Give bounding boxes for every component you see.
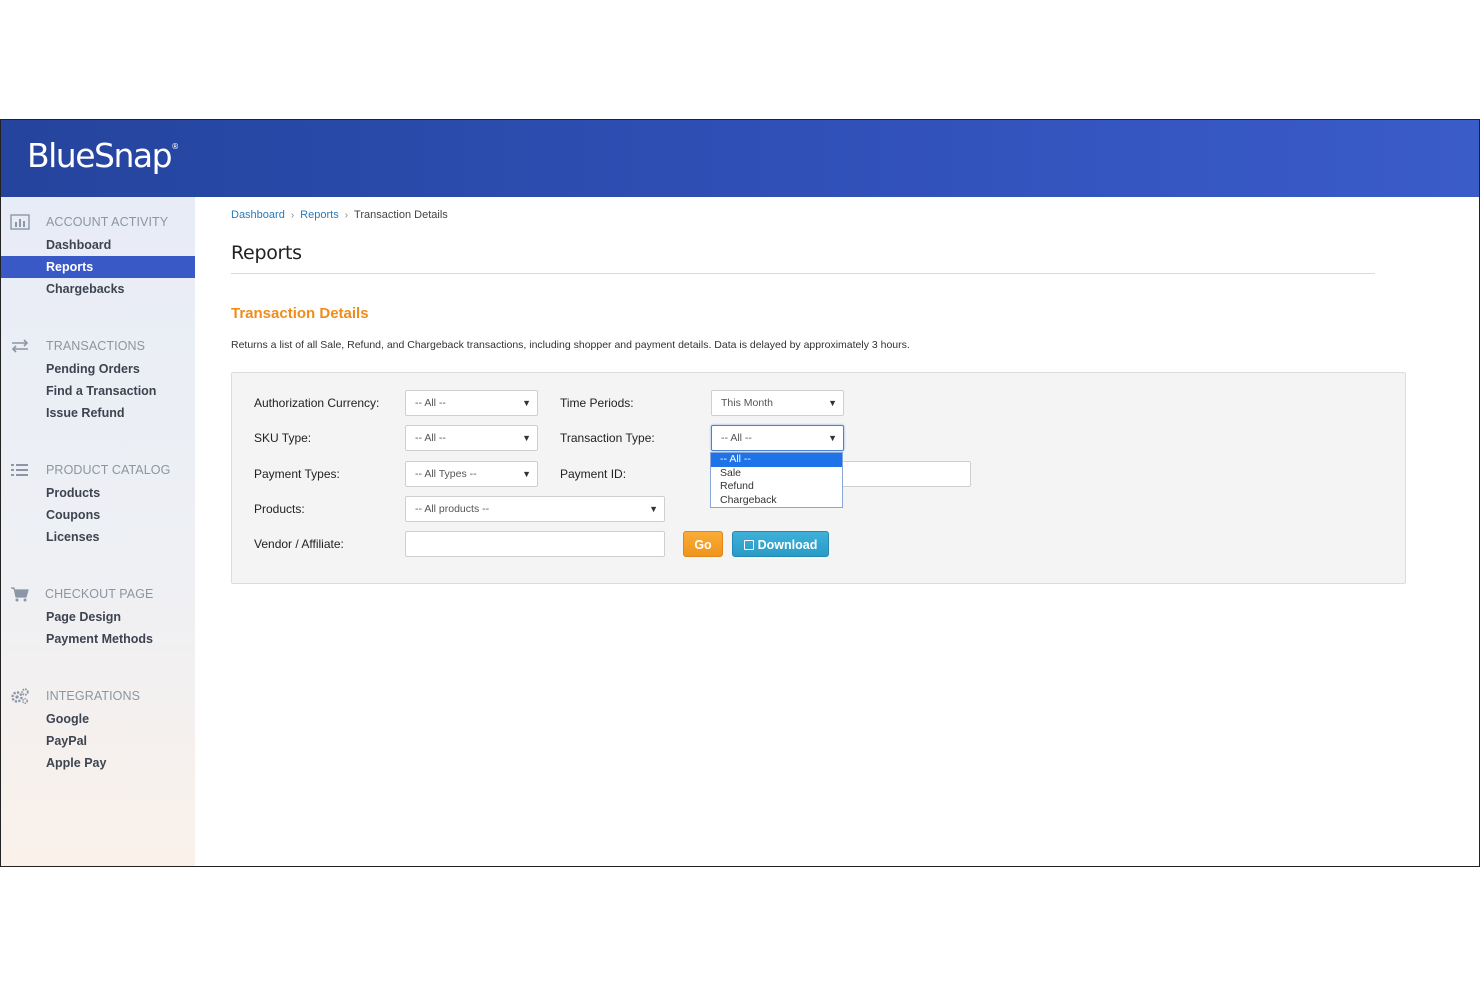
sidebar-item-apple-pay[interactable]: Apple Pay <box>1 752 195 774</box>
dropdown-option-chargeback[interactable]: Chargeback <box>711 494 842 508</box>
sidebar-item-google[interactable]: Google <box>1 708 195 730</box>
caret-down-icon: ▼ <box>828 433 837 443</box>
bar-chart-icon <box>10 214 30 230</box>
time-periods-label: Time Periods: <box>560 396 634 410</box>
sidebar-section-account-activity: ACCOUNT ACTIVITY Dashboard Reports Charg… <box>1 212 195 300</box>
payment-id-label: Payment ID: <box>560 467 627 481</box>
sidebar-section-title: PRODUCT CATALOG <box>46 463 171 477</box>
sidebar-item-dashboard[interactable]: Dashboard <box>1 234 195 256</box>
caret-down-icon: ▼ <box>828 398 837 408</box>
breadcrumb: Dashboard › Reports › Transaction Details <box>231 209 448 221</box>
transaction-type-select[interactable]: -- All -- ▼ <box>711 425 844 451</box>
report-description: Returns a list of all Sale, Refund, and … <box>231 339 910 351</box>
sidebar-item-coupons[interactable]: Coupons <box>1 504 195 526</box>
sidebar-section-title: ACCOUNT ACTIVITY <box>46 215 169 229</box>
bluesnap-logo[interactable]: BlueSnap® <box>27 136 179 175</box>
products-label: Products: <box>254 502 305 516</box>
cart-icon <box>11 587 29 602</box>
time-periods-select[interactable]: This Month ▼ <box>711 390 844 416</box>
dropdown-option-sale[interactable]: Sale <box>711 467 842 481</box>
breadcrumb-separator: › <box>290 210 295 221</box>
go-button[interactable]: Go <box>683 531 723 557</box>
main-content: Dashboard › Reports › Transaction Details Re… <box>195 197 1479 866</box>
list-icon <box>11 464 28 476</box>
sidebar-item-products[interactable]: Products <box>1 482 195 504</box>
caret-down-icon: ▼ <box>649 504 658 514</box>
sidebar-section-product-catalog: PRODUCT CATALOG Products Coupons License… <box>1 460 195 548</box>
caret-down-icon: ▼ <box>522 469 531 479</box>
sidebar-item-find-transaction[interactable]: Find a Transaction <box>1 380 195 402</box>
sidebar-section-integrations: INTEGRATIONS Google PayPal Apple Pay <box>1 686 195 774</box>
products-select[interactable]: -- All products -- ▼ <box>405 496 665 522</box>
breadcrumb-dashboard-link[interactable]: Dashboard <box>231 209 285 221</box>
title-divider <box>231 273 1375 274</box>
caret-down-icon: ▼ <box>522 433 531 443</box>
gears-icon <box>11 688 29 704</box>
sidebar-item-chargebacks[interactable]: Chargebacks <box>1 278 195 300</box>
breadcrumb-reports-link[interactable]: Reports <box>300 209 339 221</box>
breadcrumb-current: Transaction Details <box>354 209 448 221</box>
transaction-type-dropdown-list: -- All -- Sale Refund Chargeback <box>710 452 843 508</box>
payment-types-select[interactable]: -- All Types -- ▼ <box>405 461 538 487</box>
sidebar-section-title: CHECKOUT PAGE <box>45 587 154 601</box>
vendor-affiliate-label: Vendor / Affiliate: <box>254 537 344 551</box>
sidebar-item-page-design[interactable]: Page Design <box>1 606 195 628</box>
page-title: Reports <box>231 242 302 264</box>
sidebar-section-title: INTEGRATIONS <box>46 689 141 703</box>
auth-currency-label: Authorization Currency: <box>254 396 380 410</box>
sidebar: ACCOUNT ACTIVITY Dashboard Reports Charg… <box>1 197 195 866</box>
sku-type-select[interactable]: -- All -- ▼ <box>405 425 538 451</box>
app-window: BlueSnap® ACCOUNT ACTIVITY Dashboard Rep… <box>0 119 1480 867</box>
vendor-affiliate-input[interactable] <box>405 531 665 557</box>
dropdown-option-all[interactable]: -- All -- <box>711 453 842 467</box>
transaction-type-label: Transaction Type: <box>560 431 655 445</box>
sidebar-item-issue-refund[interactable]: Issue Refund <box>1 402 195 424</box>
auth-currency-select[interactable]: -- All -- ▼ <box>405 390 538 416</box>
sidebar-section-transactions: TRANSACTIONS Pending Orders Find a Trans… <box>1 336 195 424</box>
breadcrumb-separator: › <box>344 210 349 221</box>
save-disk-icon <box>743 540 754 550</box>
sidebar-item-payment-methods[interactable]: Payment Methods <box>1 628 195 650</box>
sku-type-label: SKU Type: <box>254 431 312 445</box>
top-header-bar: BlueSnap® <box>1 120 1479 197</box>
sidebar-item-licenses[interactable]: Licenses <box>1 526 195 548</box>
dropdown-option-refund[interactable]: Refund <box>711 480 842 494</box>
caret-down-icon: ▼ <box>522 398 531 408</box>
sidebar-item-pending-orders[interactable]: Pending Orders <box>1 358 195 380</box>
sidebar-item-reports[interactable]: Reports <box>1 256 195 278</box>
sidebar-section-title: TRANSACTIONS <box>46 339 146 353</box>
section-title: Transaction Details <box>231 305 369 322</box>
transfer-arrows-icon <box>11 339 29 353</box>
download-button[interactable]: Download <box>732 531 829 557</box>
payment-types-label: Payment Types: <box>254 467 340 481</box>
sidebar-section-checkout-page: CHECKOUT PAGE Page Design Payment Method… <box>1 584 195 650</box>
sidebar-item-paypal[interactable]: PayPal <box>1 730 195 752</box>
